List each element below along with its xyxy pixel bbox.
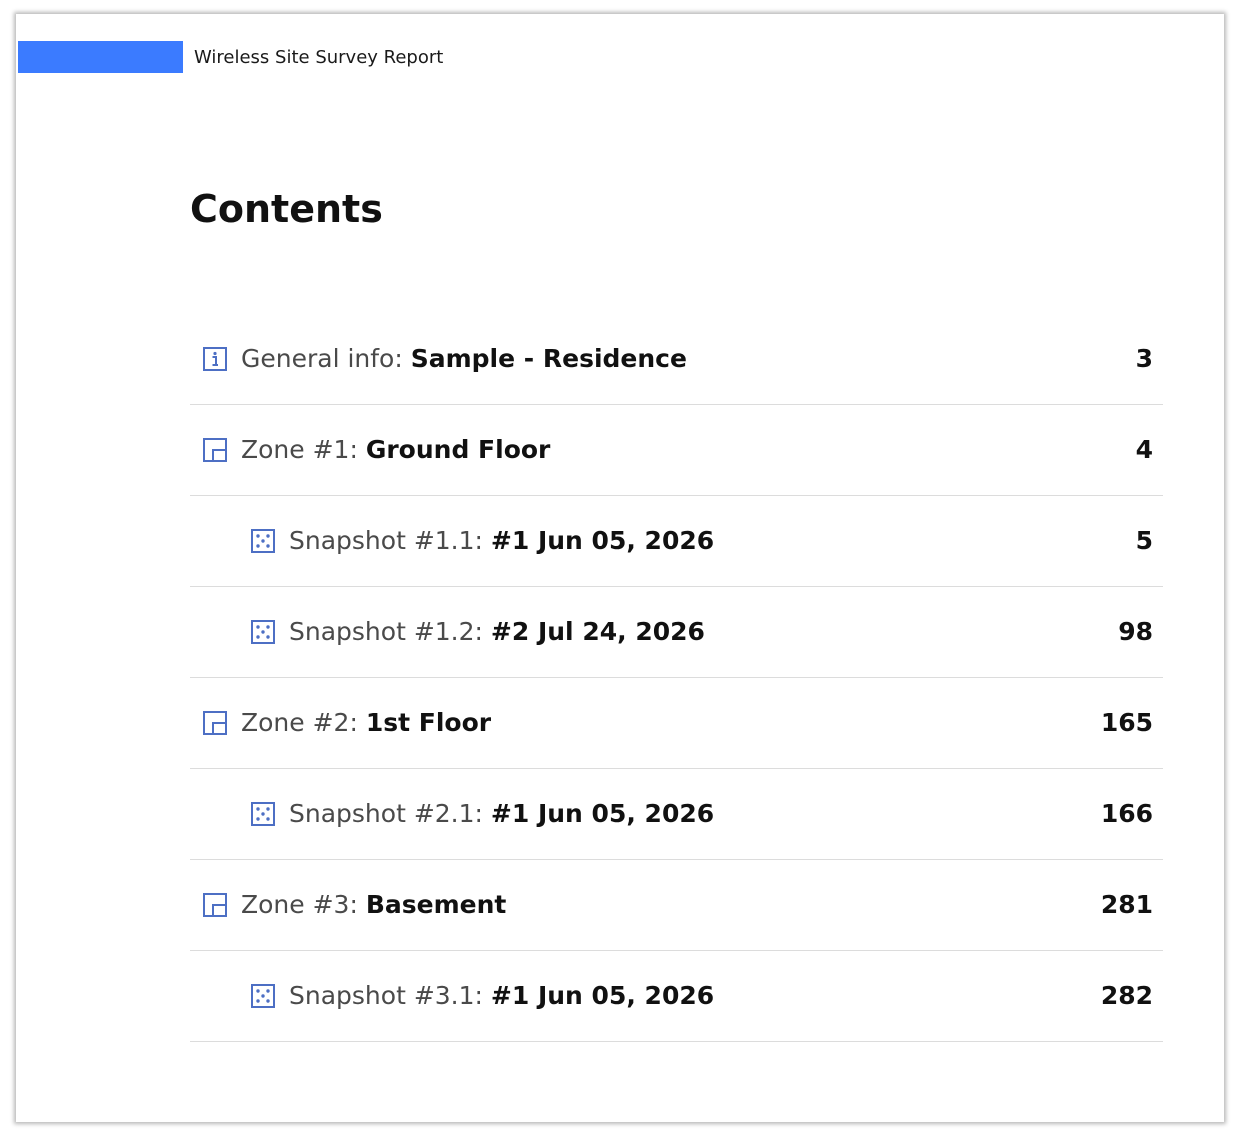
toc-entry[interactable]: General info: Sample - Residence 3 (190, 314, 1163, 405)
snapshot-icon (250, 619, 276, 645)
snapshot-icon (250, 983, 276, 1009)
zone-icon (202, 710, 228, 736)
report-title: Wireless Site Survey Report (194, 47, 444, 68)
toc-entry[interactable]: Snapshot #1.2: #2 Jul 24, 2026 98 (190, 587, 1163, 678)
toc-entry-name: Basement (365, 890, 507, 919)
toc-page-number: 5 (1135, 526, 1153, 555)
toc-entry-prefix: Snapshot #3.1: (289, 981, 491, 1010)
zone-icon (202, 892, 228, 918)
toc-entry-prefix: General info: (241, 344, 411, 373)
toc-entry-name: Sample - Residence (410, 344, 687, 373)
toc-entry-name: Ground Floor (365, 435, 551, 464)
snapshot-icon (250, 528, 276, 554)
toc-entry-label: Zone #3: Basement (241, 889, 506, 921)
toc-entry-name: #1 Jun 05, 2026 (490, 981, 715, 1010)
toc-entry-prefix: Zone #2: (241, 708, 366, 737)
report-page: Wireless Site Survey Report Contents Gen… (16, 14, 1224, 1122)
toc-entry-prefix: Zone #3: (241, 890, 366, 919)
toc-entry[interactable]: Zone #1: Ground Floor 4 (190, 405, 1163, 496)
toc-entry-name: #1 Jun 05, 2026 (490, 799, 715, 828)
toc-entry-label: Snapshot #1.1: #1 Jun 05, 2026 (289, 525, 714, 557)
toc-page-number: 165 (1100, 708, 1153, 737)
toc-entry-label: Zone #1: Ground Floor (241, 434, 550, 466)
toc-entry[interactable]: Zone #2: 1st Floor 165 (190, 678, 1163, 769)
toc-entry-label: Snapshot #1.2: #2 Jul 24, 2026 (289, 616, 705, 648)
toc-entry-label: Zone #2: 1st Floor (241, 707, 491, 739)
snapshot-icon (250, 801, 276, 827)
toc-entry[interactable]: Zone #3: Basement 281 (190, 860, 1163, 951)
zone-icon (202, 437, 228, 463)
toc-entry-name: #1 Jun 05, 2026 (490, 526, 715, 555)
toc-entry-prefix: Snapshot #1.1: (289, 526, 491, 555)
toc-page-number: 166 (1100, 799, 1153, 828)
contents-heading: Contents (190, 187, 383, 231)
toc-entry-label: General info: Sample - Residence (241, 343, 687, 375)
table-of-contents: General info: Sample - Residence 3 Zone … (190, 314, 1163, 1042)
toc-entry[interactable]: Snapshot #3.1: #1 Jun 05, 2026 282 (190, 951, 1163, 1042)
toc-entry-name: 1st Floor (365, 708, 492, 737)
header-accent-bar (18, 41, 183, 73)
toc-entry-prefix: Snapshot #2.1: (289, 799, 491, 828)
toc-entry[interactable]: Snapshot #2.1: #1 Jun 05, 2026 166 (190, 769, 1163, 860)
toc-entry-name: #2 Jul 24, 2026 (490, 617, 705, 646)
toc-entry[interactable]: Snapshot #1.1: #1 Jun 05, 2026 5 (190, 496, 1163, 587)
toc-entry-label: Snapshot #2.1: #1 Jun 05, 2026 (289, 798, 714, 830)
info-icon (202, 346, 228, 372)
toc-entry-prefix: Zone #1: (241, 435, 366, 464)
toc-page-number: 98 (1118, 617, 1153, 646)
toc-entry-prefix: Snapshot #1.2: (289, 617, 491, 646)
toc-page-number: 4 (1135, 435, 1153, 464)
toc-page-number: 282 (1100, 981, 1153, 1010)
toc-page-number: 281 (1100, 890, 1153, 919)
toc-entry-label: Snapshot #3.1: #1 Jun 05, 2026 (289, 980, 714, 1012)
toc-page-number: 3 (1135, 344, 1153, 373)
